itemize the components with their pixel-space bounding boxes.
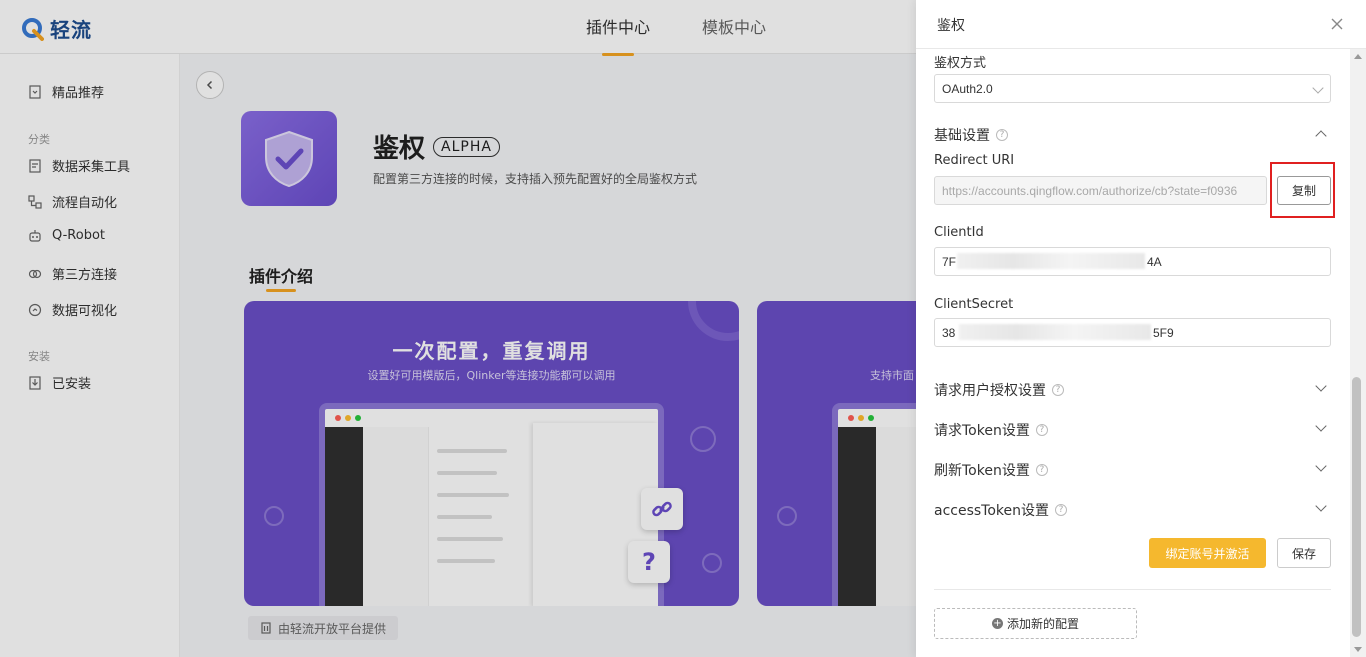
drawer-title: 鉴权 (937, 18, 965, 34)
client-id-suffix: 4A (1147, 254, 1162, 269)
section-title: accessToken设置 (934, 503, 1050, 519)
chevron-down-icon (1312, 82, 1324, 94)
scroll-down-icon[interactable] (1354, 647, 1362, 652)
client-id-input[interactable]: 7F 4A (934, 247, 1331, 276)
drawer-scrollbar[interactable] (1350, 49, 1366, 657)
bind-activate-button[interactable]: 绑定账号并激活 (1149, 538, 1266, 568)
section-refresh-token[interactable]: 刷新Token设置 ? (934, 460, 1331, 480)
auth-method-label: 鉴权方式 (934, 56, 987, 71)
help-icon[interactable]: ? (1035, 424, 1048, 436)
section-title: 刷新Token设置 (934, 463, 1030, 479)
modal-overlay[interactable] (0, 0, 916, 657)
section-basic-settings[interactable]: 基础设置 ? (934, 125, 1331, 145)
section-title: 请求用户授权设置 (934, 383, 1046, 399)
redirect-uri-input[interactable]: https://accounts.qingflow.com/authorize/… (934, 176, 1267, 205)
help-icon[interactable]: ? (1055, 504, 1068, 516)
section-user-auth[interactable]: 请求用户授权设置 ? (934, 380, 1331, 400)
save-button[interactable]: 保存 (1277, 538, 1331, 568)
client-id-prefix: 7F (942, 254, 957, 269)
chevron-down-icon (1315, 460, 1327, 472)
divider (934, 589, 1331, 590)
scroll-thumb[interactable] (1352, 377, 1361, 637)
auth-method-select[interactable]: OAuth2.0 (934, 74, 1331, 103)
section-title: 请求Token设置 (934, 423, 1030, 439)
redacted-region (959, 324, 1151, 340)
scroll-up-icon[interactable] (1354, 54, 1362, 59)
chevron-down-icon (1315, 500, 1327, 512)
client-secret-input[interactable]: 38 5F9 (934, 318, 1331, 347)
help-icon[interactable]: ? (996, 129, 1008, 141)
client-id-label: ClientId (934, 225, 984, 240)
chevron-down-icon (1315, 420, 1327, 432)
section-request-token[interactable]: 请求Token设置 ? (934, 420, 1331, 440)
chevron-up-icon (1315, 130, 1327, 142)
drawer-header: 鉴权 (916, 0, 1366, 49)
redacted-region (957, 253, 1145, 269)
client-secret-suffix: 5F9 (1153, 325, 1174, 340)
redirect-uri-label: Redirect URI (934, 153, 1015, 168)
client-secret-prefix: 38 (942, 325, 956, 340)
add-config-label: 添加新的配置 (1006, 617, 1079, 631)
section-title: 基础设置 (934, 128, 990, 144)
close-icon[interactable] (1330, 17, 1344, 31)
chevron-down-icon (1315, 380, 1327, 392)
copy-button[interactable]: 复制 (1277, 176, 1331, 205)
plus-circle-icon: + (991, 618, 1003, 629)
auth-drawer: 鉴权 鉴权方式 OAuth2.0 基础设置 ? Redirect URI htt… (916, 0, 1366, 657)
help-icon[interactable]: ? (1052, 384, 1064, 396)
add-config-button[interactable]: + 添加新的配置 (934, 608, 1137, 639)
auth-method-value: OAuth2.0 (942, 81, 993, 96)
section-access-token[interactable]: accessToken设置 ? (934, 500, 1331, 520)
help-icon[interactable]: ? (1035, 464, 1048, 476)
client-secret-label: ClientSecret (934, 297, 1014, 312)
